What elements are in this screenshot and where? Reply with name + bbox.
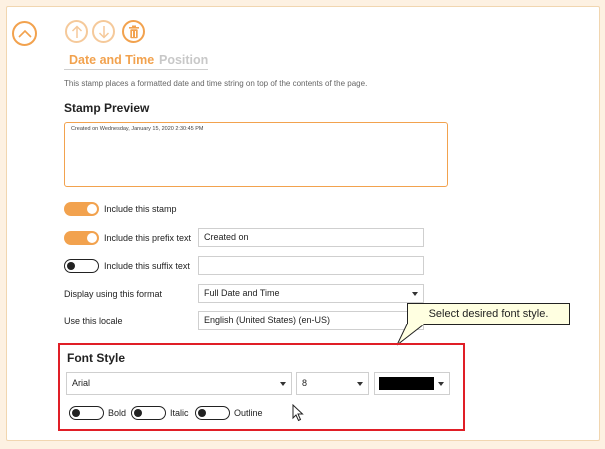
bold-label: Bold	[108, 408, 127, 418]
move-down-button[interactable]	[92, 20, 115, 43]
italic-toggle[interactable]	[131, 406, 166, 420]
prefix-text-input[interactable]: Created on	[198, 228, 424, 247]
tab-position[interactable]: Position	[159, 53, 208, 67]
include-prefix-label: Include this prefix text	[104, 233, 192, 243]
font-color-swatch	[379, 377, 434, 390]
arrow-down-icon	[98, 25, 109, 39]
locale-dropdown[interactable]: English (United States) (en-US)	[198, 311, 424, 330]
font-family-dropdown[interactable]: Arial	[66, 372, 292, 395]
mouse-cursor-icon	[292, 404, 304, 422]
dropdown-arrow-icon	[357, 382, 363, 386]
format-dropdown[interactable]: Full Date and Time	[198, 284, 424, 303]
font-style-tooltip: Select desired font style.	[407, 303, 570, 325]
trash-icon	[128, 25, 139, 38]
chevron-up-icon	[17, 29, 32, 38]
collapse-button[interactable]	[12, 21, 37, 46]
format-value: Full Date and Time	[204, 288, 280, 298]
font-style-heading: Font Style	[67, 351, 126, 365]
font-size-value: 8	[302, 378, 308, 388]
font-size-dropdown[interactable]: 8	[296, 372, 369, 395]
locale-value: English (United States) (en-US)	[204, 315, 331, 325]
stamp-preview-text: Created on Wednesday, January 15, 2020 2…	[71, 126, 204, 132]
suffix-text-input[interactable]	[198, 256, 424, 275]
outline-label: Outline	[234, 408, 263, 418]
delete-button[interactable]	[122, 20, 145, 43]
include-prefix-toggle[interactable]	[64, 231, 99, 245]
dropdown-arrow-icon	[412, 292, 418, 296]
include-stamp-label: Include this stamp	[104, 204, 177, 214]
tab-underline	[64, 69, 208, 70]
outline-toggle[interactable]	[195, 406, 230, 420]
locale-label: Use this locale	[64, 316, 123, 326]
tab-date-and-time[interactable]: Date and Time	[69, 53, 154, 67]
move-up-button[interactable]	[65, 20, 88, 43]
font-color-dropdown[interactable]	[374, 372, 450, 395]
include-suffix-toggle[interactable]	[64, 259, 99, 273]
font-family-value: Arial	[72, 378, 91, 388]
arrow-up-icon	[71, 24, 82, 38]
stamp-preview-heading: Stamp Preview	[64, 101, 150, 115]
include-stamp-toggle[interactable]	[64, 202, 99, 216]
include-suffix-label: Include this suffix text	[104, 261, 190, 271]
italic-label: Italic	[170, 408, 189, 418]
format-label: Display using this format	[64, 289, 163, 299]
dropdown-arrow-icon	[438, 382, 444, 386]
stamp-preview-box: Created on Wednesday, January 15, 2020 2…	[64, 122, 448, 187]
dropdown-arrow-icon	[280, 382, 286, 386]
stamp-description: This stamp places a formatted date and t…	[64, 79, 368, 88]
bold-toggle[interactable]	[69, 406, 104, 420]
